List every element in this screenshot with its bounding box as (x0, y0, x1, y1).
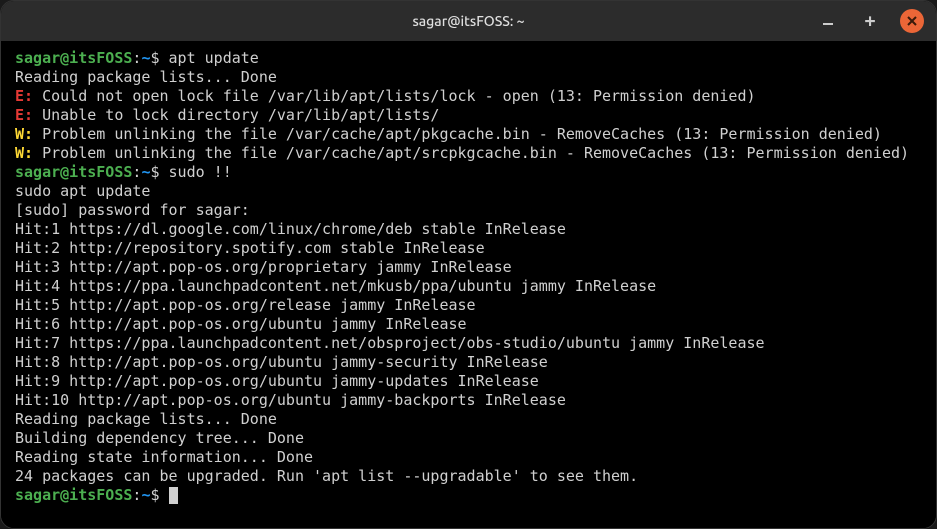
error-prefix: E: (15, 106, 33, 124)
terminal-line: Reading package lists... Done (15, 68, 922, 87)
terminal-line: Hit:10 http://apt.pop-os.org/ubuntu jamm… (15, 391, 922, 410)
window-controls: + (816, 9, 924, 33)
terminal-line: Hit:5 http://apt.pop-os.org/release jamm… (15, 296, 922, 315)
terminal-line: Hit:4 https://ppa.launchpadcontent.net/m… (15, 277, 922, 296)
prompt-user-host: sagar@itsFOSS (15, 49, 132, 67)
prompt-user-host: sagar@itsFOSS (15, 163, 132, 181)
warning-prefix: W: (15, 125, 33, 143)
terminal-line: sudo apt update (15, 182, 922, 201)
command-text: sudo !! (169, 163, 232, 181)
close-icon (906, 15, 918, 27)
terminal-line: Hit:6 http://apt.pop-os.org/ubuntu jammy… (15, 315, 922, 334)
output-text: Problem unlinking the file /var/cache/ap… (33, 125, 882, 143)
terminal-line: W: Problem unlinking the file /var/cache… (15, 144, 922, 163)
terminal-line: E: Unable to lock directory /var/lib/apt… (15, 106, 922, 125)
output-text: Unable to lock directory /var/lib/apt/li… (33, 106, 439, 124)
minimize-button[interactable] (816, 9, 840, 33)
titlebar: sagar@itsFOSS: ~ + (1, 1, 936, 41)
terminal-line: Hit:8 http://apt.pop-os.org/ubuntu jammy… (15, 353, 922, 372)
terminal-line: Hit:7 https://ppa.launchpadcontent.net/o… (15, 334, 922, 353)
cursor (169, 487, 178, 504)
window-title: sagar@itsFOSS: ~ (1, 13, 936, 29)
terminal-line: Hit:2 http://repository.spotify.com stab… (15, 239, 922, 258)
error-prefix: E: (15, 87, 33, 105)
prompt-user-host: sagar@itsFOSS (15, 486, 132, 504)
terminal-line: Hit:3 http://apt.pop-os.org/proprietary … (15, 258, 922, 277)
close-button[interactable] (900, 9, 924, 33)
terminal-line: sagar@itsFOSS:~$ (15, 486, 922, 505)
prompt-dollar: $ (150, 486, 168, 504)
terminal-line: Building dependency tree... Done (15, 429, 922, 448)
prompt-dollar: $ (150, 49, 168, 67)
terminal-line: Hit:9 http://apt.pop-os.org/ubuntu jammy… (15, 372, 922, 391)
terminal-line: sagar@itsFOSS:~$ sudo !! (15, 163, 922, 182)
terminal-line: Hit:1 https://dl.google.com/linux/chrome… (15, 220, 922, 239)
prompt-dollar: $ (150, 163, 168, 181)
terminal-area[interactable]: sagar@itsFOSS:~$ apt updateReading packa… (1, 41, 936, 528)
terminal-line: [sudo] password for sagar: (15, 201, 922, 220)
output-text: Could not open lock file /var/lib/apt/li… (33, 87, 755, 105)
terminal-line: Reading package lists... Done (15, 410, 922, 429)
terminal-line: sagar@itsFOSS:~$ apt update (15, 49, 922, 68)
terminal-line: W: Problem unlinking the file /var/cache… (15, 125, 922, 144)
terminal-line: 24 packages can be upgraded. Run 'apt li… (15, 467, 922, 486)
maximize-button[interactable]: + (858, 9, 882, 33)
terminal-line: E: Could not open lock file /var/lib/apt… (15, 87, 922, 106)
terminal-window: sagar@itsFOSS: ~ + sagar@itsFOSS:~$ apt … (0, 0, 937, 529)
minimize-icon (821, 14, 835, 28)
terminal-line: Reading state information... Done (15, 448, 922, 467)
output-text: Problem unlinking the file /var/cache/ap… (33, 144, 909, 162)
command-text: apt update (169, 49, 259, 67)
warning-prefix: W: (15, 144, 33, 162)
plus-icon: + (865, 11, 876, 32)
